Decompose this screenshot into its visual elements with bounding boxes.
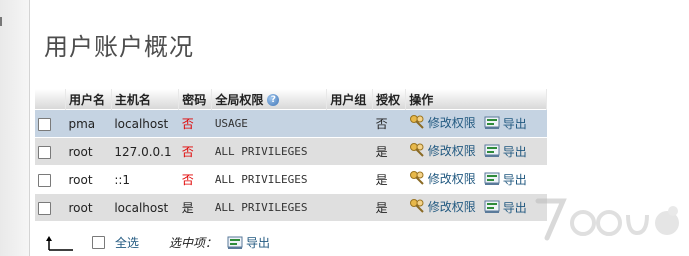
watermark-logo bbox=[535, 198, 679, 241]
cell-password: 否 bbox=[178, 109, 212, 138]
cell-user-group bbox=[326, 165, 373, 194]
cell-password: 否 bbox=[178, 165, 212, 194]
cell-hostname: localhost bbox=[111, 193, 179, 221]
row-checkbox[interactable] bbox=[38, 173, 51, 187]
export-icon bbox=[484, 116, 500, 130]
header-checkbox-column bbox=[35, 89, 66, 110]
cell-actions: 修改权限 导出 bbox=[405, 109, 547, 138]
cell-actions: 修改权限 导出 bbox=[405, 137, 547, 166]
cell-username: root bbox=[65, 137, 112, 166]
with-selected-label: 选中项： bbox=[169, 236, 218, 250]
edit-privileges-label: 修改权限 bbox=[427, 115, 476, 130]
export-link[interactable]: 导出 bbox=[484, 115, 527, 132]
table-footer: 全选 选中项： 导出 bbox=[46, 234, 278, 251]
edit-privileges-label: 修改权限 bbox=[427, 199, 476, 214]
export-label: 导出 bbox=[502, 200, 527, 215]
edit-privileges-link[interactable]: 修改权限 bbox=[409, 198, 476, 215]
table-row[interactable]: root::1 否 ALL PRIVILEGES 是 修改权限 导出 bbox=[35, 165, 547, 194]
cell-hostname: localhost bbox=[111, 109, 179, 138]
footer-export-label: 导出 bbox=[246, 236, 271, 250]
panel-resize-marker[interactable] bbox=[0, 17, 2, 26]
cell-actions: 修改权限 导出 bbox=[405, 165, 547, 194]
export-label: 导出 bbox=[502, 144, 527, 159]
edit-privileges-icon bbox=[409, 199, 424, 213]
export-label: 导出 bbox=[502, 172, 527, 187]
row-checkbox[interactable] bbox=[38, 201, 51, 215]
table-row[interactable]: root localhost 是 ALL PRIVILEGES 是修改权限 导出 bbox=[35, 193, 547, 221]
export-label: 导出 bbox=[502, 116, 527, 131]
row-checkbox-cell bbox=[35, 137, 66, 166]
cell-user-group bbox=[326, 193, 373, 221]
edit-privileges-link[interactable]: 修改权限 bbox=[409, 142, 476, 159]
edit-privileges-label: 修改权限 bbox=[427, 143, 476, 158]
cell-username: root bbox=[65, 165, 112, 194]
edit-privileges-link[interactable]: 修改权限 bbox=[409, 170, 476, 187]
edit-privileges-link[interactable]: 修改权限 bbox=[409, 114, 476, 131]
export-icon bbox=[227, 236, 243, 249]
cell-password: 否 bbox=[178, 137, 212, 166]
select-all-arrow-icon bbox=[46, 235, 73, 251]
export-link[interactable]: 导出 bbox=[484, 171, 527, 188]
cell-grant: 是 bbox=[372, 165, 406, 194]
cell-global-privileges: USAGE bbox=[211, 109, 327, 138]
cell-hostname: 127.0.0.1 bbox=[111, 137, 179, 166]
row-checkbox[interactable] bbox=[38, 117, 51, 131]
export-icon bbox=[484, 144, 500, 158]
edit-privileges-icon bbox=[409, 143, 424, 157]
user-accounts-table: 用户名 主机名 密码 全局权限? 用户组 授权 操作 pma localhost 否… bbox=[35, 89, 547, 221]
cell-username: pma bbox=[65, 109, 112, 138]
table-row[interactable]: pma localhost 否 USAGE 否修改权限 导出 bbox=[35, 109, 547, 138]
edit-privileges-icon bbox=[409, 115, 424, 129]
navigation-panel-edge bbox=[0, 0, 30, 256]
cell-grant: 是 bbox=[372, 193, 406, 221]
cell-user-group bbox=[326, 109, 373, 138]
header-global-privileges-label: 全局权限 bbox=[215, 92, 264, 107]
cell-grant: 否 bbox=[372, 109, 406, 138]
row-checkbox-cell bbox=[35, 165, 66, 194]
export-link[interactable]: 导出 bbox=[484, 143, 527, 160]
export-icon bbox=[484, 200, 500, 214]
cell-global-privileges: ALL PRIVILEGES bbox=[211, 193, 327, 221]
header-global-privileges: 全局权限? bbox=[211, 89, 328, 110]
header-user-group[interactable]: 用户组 bbox=[326, 89, 374, 110]
header-action: 操作 bbox=[405, 89, 547, 110]
cell-user-group bbox=[326, 137, 373, 166]
header-hostname[interactable]: 主机名 bbox=[111, 89, 180, 110]
help-icon[interactable]: ? bbox=[267, 94, 280, 106]
table-row[interactable]: root 127.0.0.1 否 ALL PRIVILEGES 是 修改权限 导出 bbox=[35, 137, 547, 166]
page-title: 用户账户概况 bbox=[44, 33, 194, 61]
cell-password: 是 bbox=[178, 193, 212, 221]
export-link[interactable]: 导出 bbox=[484, 199, 527, 216]
table-header-row: 用户名 主机名 密码 全局权限? 用户组 授权 操作 bbox=[35, 89, 547, 110]
cell-actions: 修改权限 导出 bbox=[405, 193, 547, 221]
export-icon bbox=[484, 172, 500, 186]
header-grant: 授权 bbox=[372, 89, 407, 110]
cell-hostname: ::1 bbox=[111, 165, 179, 194]
cell-username: root bbox=[65, 193, 112, 221]
cell-global-privileges: ALL PRIVILEGES bbox=[211, 165, 327, 194]
header-password[interactable]: 密码 bbox=[178, 89, 213, 110]
header-username[interactable]: 用户名 bbox=[65, 89, 112, 110]
select-all-checkbox[interactable] bbox=[92, 236, 105, 249]
row-checkbox[interactable] bbox=[38, 145, 51, 159]
row-checkbox-cell bbox=[35, 109, 66, 138]
footer-export-link[interactable]: 导出 bbox=[227, 234, 270, 251]
cell-grant: 是 bbox=[372, 137, 406, 166]
edit-privileges-label: 修改权限 bbox=[427, 171, 476, 186]
row-checkbox-cell bbox=[35, 193, 66, 221]
select-all-label[interactable]: 全选 bbox=[115, 234, 139, 251]
cell-global-privileges: ALL PRIVILEGES bbox=[211, 137, 327, 166]
edit-privileges-icon bbox=[409, 171, 424, 185]
